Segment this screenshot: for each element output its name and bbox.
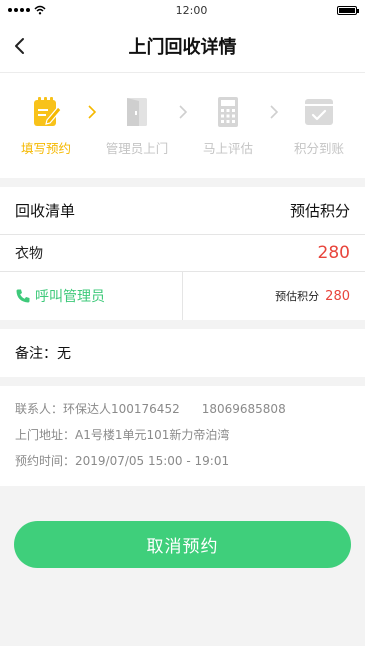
status-bar: 12:00	[0, 0, 365, 20]
remark-row: 备注：无	[0, 329, 365, 377]
chevron-right-icon	[178, 105, 187, 119]
estimate-label: 预估积分	[275, 290, 320, 303]
call-admin-button[interactable]: 呼叫管理员	[0, 272, 183, 320]
edit-notepad-icon	[34, 97, 62, 126]
calculator-icon	[218, 97, 238, 127]
contact-phone: 18069685808	[201, 402, 286, 416]
estimate-value: 280	[325, 288, 350, 304]
recycle-list-card: 回收清单 预估积分 衣物 280 呼叫管理员 预估积分 280	[0, 187, 365, 320]
page-title: 上门回收详情	[128, 37, 237, 58]
list-item: 衣物 280	[0, 235, 365, 272]
list-footer: 呼叫管理员 预估积分 280	[0, 272, 365, 320]
contact-info: 联系人：环保达人100176452 18069685808 上门地址：A1号楼1单…	[0, 386, 365, 486]
address-line: 上门地址：A1号楼1单元101新力帝泊湾	[15, 428, 230, 442]
wifi-icon	[34, 5, 46, 15]
chevron-right-icon	[269, 105, 278, 119]
item-points: 280	[317, 243, 350, 263]
step-label: 填写预约	[20, 141, 71, 156]
list-title: 回收清单	[15, 202, 76, 220]
step-admin-visit: 管理员上门	[101, 95, 173, 157]
remark-text: 备注：无	[15, 346, 71, 362]
signal-area	[8, 5, 46, 15]
step-evaluate: 马上评估	[192, 95, 264, 157]
step-points-credited: 积分到账	[283, 95, 355, 157]
item-name: 衣物	[15, 246, 43, 262]
phone-icon	[16, 289, 30, 303]
points-header: 预估积分	[289, 202, 350, 220]
battery-icon	[336, 5, 359, 15]
door-icon	[127, 98, 147, 126]
back-arrow-icon[interactable]	[8, 33, 34, 59]
contact-person-line: 联系人：环保达人100176452 18069685808	[15, 402, 350, 428]
progress-steps: 填写预约 管理员上门 马上评估 积分到账	[0, 73, 365, 178]
step-fill-appointment: 填写预约	[10, 95, 82, 157]
step-label: 积分到账	[293, 141, 344, 156]
chevron-right-icon	[87, 105, 96, 119]
wallet-check-icon	[305, 99, 333, 125]
step-label: 管理员上门	[105, 141, 169, 156]
estimate-summary: 预估积分 280	[183, 272, 365, 320]
appointment-time-line: 预约时间：2019/07/05 15:00 - 19:01	[15, 454, 230, 468]
nav-bar: 上门回收详情	[0, 20, 365, 73]
cancel-appointment-button[interactable]: 取消预约	[14, 521, 351, 568]
signal-icon	[8, 8, 30, 12]
contact-person: 联系人：环保达人100176452	[15, 402, 180, 416]
step-label: 马上评估	[202, 141, 253, 156]
list-header: 回收清单 预估积分	[0, 187, 365, 235]
status-time: 12:00	[175, 3, 208, 17]
call-admin-label: 呼叫管理员	[35, 289, 105, 305]
